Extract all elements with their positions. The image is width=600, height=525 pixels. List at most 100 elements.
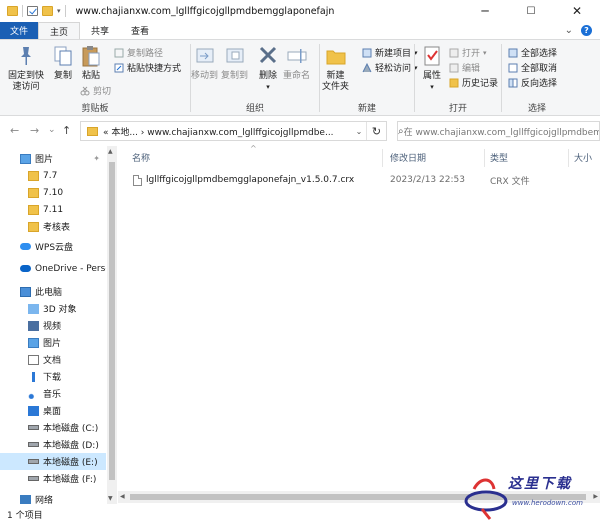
help-icon[interactable]: ?	[581, 25, 592, 36]
delete-x-icon	[257, 44, 279, 68]
new-folder-button[interactable]: 新建 文件夹	[322, 44, 349, 93]
sidebar-item[interactable]: 视频	[0, 317, 106, 334]
copy-to-button[interactable]: 复制到	[221, 44, 248, 82]
sidebar-item-label: 视频	[43, 322, 62, 332]
select-none-icon	[508, 63, 518, 73]
pin-icon[interactable]: ✦	[93, 154, 100, 163]
drive-icon	[28, 459, 39, 464]
column-header-name[interactable]: 名称	[132, 151, 150, 165]
music-icon	[28, 388, 39, 399]
invert-selection-icon	[508, 78, 518, 88]
copy-path-button[interactable]: 复制路径	[114, 46, 163, 59]
delete-dropdown-icon[interactable]: ▾	[266, 82, 270, 93]
sidebar-item-label: 网络	[35, 496, 54, 504]
sidebar-item[interactable]: 本地磁盘 (E:)	[0, 453, 106, 470]
table-row[interactable]: lgllffgicojgllpmdbemgglaponefajn_v1.5.0.…	[128, 171, 600, 189]
edit-button[interactable]: 编辑	[449, 61, 480, 74]
sidebar-item[interactable]: 文档	[0, 351, 106, 368]
search-input[interactable]: 在 www.chajianxw.com_lgllffgicojgllpmdbem…	[404, 125, 599, 138]
sidebar-item[interactable]: OneDrive - Person	[0, 260, 106, 277]
rename-button[interactable]: 重命名	[283, 44, 310, 82]
up-button[interactable]: ↑	[62, 124, 71, 137]
maximize-button[interactable]: ☐	[508, 0, 554, 22]
sidebar-item[interactable]: 网络	[0, 491, 106, 504]
qat-dropdown-icon[interactable]: ▾	[57, 7, 61, 15]
sidebar-item[interactable]: 音乐	[0, 385, 106, 402]
sidebar-item-label: 本地磁盘 (D:)	[43, 441, 99, 451]
cut-button[interactable]: 剪切	[80, 84, 111, 97]
easy-access-button[interactable]: 轻松访问 ▾	[362, 61, 418, 74]
sidebar-item[interactable]: 本地磁盘 (C:)	[0, 419, 106, 436]
column-header-size[interactable]: 大小	[574, 151, 592, 165]
pin-quick-access-button[interactable]: 固定到快 速访问	[8, 44, 44, 93]
new-item-button[interactable]: 新建项目 ▾	[362, 46, 418, 59]
edit-icon	[449, 63, 459, 73]
select-all-button[interactable]: 全部选择	[508, 46, 557, 59]
sidebar-item-label: 考核表	[43, 223, 71, 233]
nav-scrollbar-thumb[interactable]	[109, 162, 115, 480]
sidebar-item[interactable]: 图片	[0, 334, 106, 351]
nav-scrollbar[interactable]: ▲ ▼	[107, 146, 117, 504]
copy-to-icon	[224, 44, 246, 68]
search-box[interactable]: ⌕ 在 www.chajianxw.com_lgllffgicojgllpmdb…	[397, 121, 600, 141]
paste-icon	[80, 44, 102, 68]
minimize-button[interactable]: ─	[462, 0, 508, 22]
recent-locations-button[interactable]: ⌄	[48, 125, 56, 135]
select-group: 全部选择 全部取消 反向选择 选择	[502, 40, 572, 116]
tab-file[interactable]: 文件	[0, 22, 39, 39]
new-folder-icon[interactable]	[42, 6, 53, 16]
refresh-button[interactable]: ↻	[366, 122, 386, 140]
organize-group-label: 组织	[245, 104, 264, 114]
tab-home[interactable]: 主页	[38, 22, 81, 39]
sidebar-item[interactable]: WPS云盘	[0, 238, 106, 255]
tab-share[interactable]: 共享	[80, 22, 120, 39]
documents-icon	[28, 354, 39, 365]
delete-button[interactable]: 删除 ▾	[257, 44, 279, 93]
properties-check-icon[interactable]	[27, 6, 38, 16]
network-icon	[20, 494, 31, 504]
sidebar-item-label: 本地磁盘 (E:)	[43, 458, 98, 468]
sidebar-item[interactable]: 桌面	[0, 402, 106, 419]
watermark-logo-icon	[464, 478, 508, 520]
select-all-icon	[508, 48, 518, 58]
forward-button[interactable]: →	[30, 124, 39, 137]
column-header-type[interactable]: 类型	[490, 151, 508, 165]
move-to-icon	[194, 44, 216, 68]
sort-arrow-icon: ^	[250, 144, 257, 153]
sidebar-item[interactable]: 3D 对象	[0, 300, 106, 317]
back-button[interactable]: ←	[10, 124, 19, 137]
address-path[interactable]: « 本地... › www.chajianxw.com_lgllffgicojg…	[103, 125, 352, 138]
sidebar-item[interactable]: 下载	[0, 368, 106, 385]
address-bar[interactable]: « 本地... › www.chajianxw.com_lgllffgicojg…	[80, 121, 387, 141]
select-none-button[interactable]: 全部取消	[508, 61, 557, 74]
paste-shortcut-button[interactable]: 粘贴快捷方式	[114, 61, 181, 74]
move-to-button[interactable]: 移动到	[191, 44, 218, 82]
clipboard-group: 固定到快 速访问 复制 粘贴 复制路径 粘贴快捷方式 剪切 剪贴板	[0, 40, 190, 116]
open-button[interactable]: 打开 ▾	[449, 46, 487, 59]
history-button[interactable]: 历史记录	[449, 76, 498, 89]
watermark-text: 这里下载	[508, 476, 572, 492]
sidebar-item-label: 图片	[43, 339, 62, 349]
tab-view[interactable]: 查看	[120, 22, 160, 39]
sidebar-item[interactable]: 7.10	[0, 184, 106, 201]
sidebar-item[interactable]: 此电脑	[0, 283, 106, 300]
address-dropdown-icon[interactable]: ⌄	[352, 127, 366, 136]
new-folder-icon	[325, 44, 347, 68]
sidebar-item[interactable]: 考核表	[0, 218, 106, 235]
sidebar-item[interactable]: 本地磁盘 (D:)	[0, 436, 106, 453]
window-title: www.chajianxw.com_lgllffgicojgllpmdbemgg…	[75, 5, 335, 17]
open-icon	[449, 48, 459, 58]
column-header-date[interactable]: 修改日期	[390, 151, 426, 165]
new-group: 新建 文件夹 新建项目 ▾ 轻松访问 ▾ 新建	[320, 40, 418, 116]
sidebar-item[interactable]: 7.7	[0, 167, 106, 184]
properties-button[interactable]: 属性 ▾	[421, 44, 443, 93]
close-button[interactable]: ✕	[554, 0, 600, 22]
paste-button[interactable]: 粘贴	[80, 44, 102, 82]
sidebar-item[interactable]: 图片 ✦	[0, 150, 106, 167]
sidebar-item-label: 下载	[43, 373, 62, 383]
invert-selection-button[interactable]: 反向选择	[508, 76, 557, 89]
sidebar-item[interactable]: 本地磁盘 (F:)	[0, 470, 106, 487]
ribbon-expand-icon[interactable]: ⌄	[565, 25, 573, 36]
sidebar-item[interactable]: 7.11	[0, 201, 106, 218]
copy-button[interactable]: 复制	[52, 44, 74, 82]
